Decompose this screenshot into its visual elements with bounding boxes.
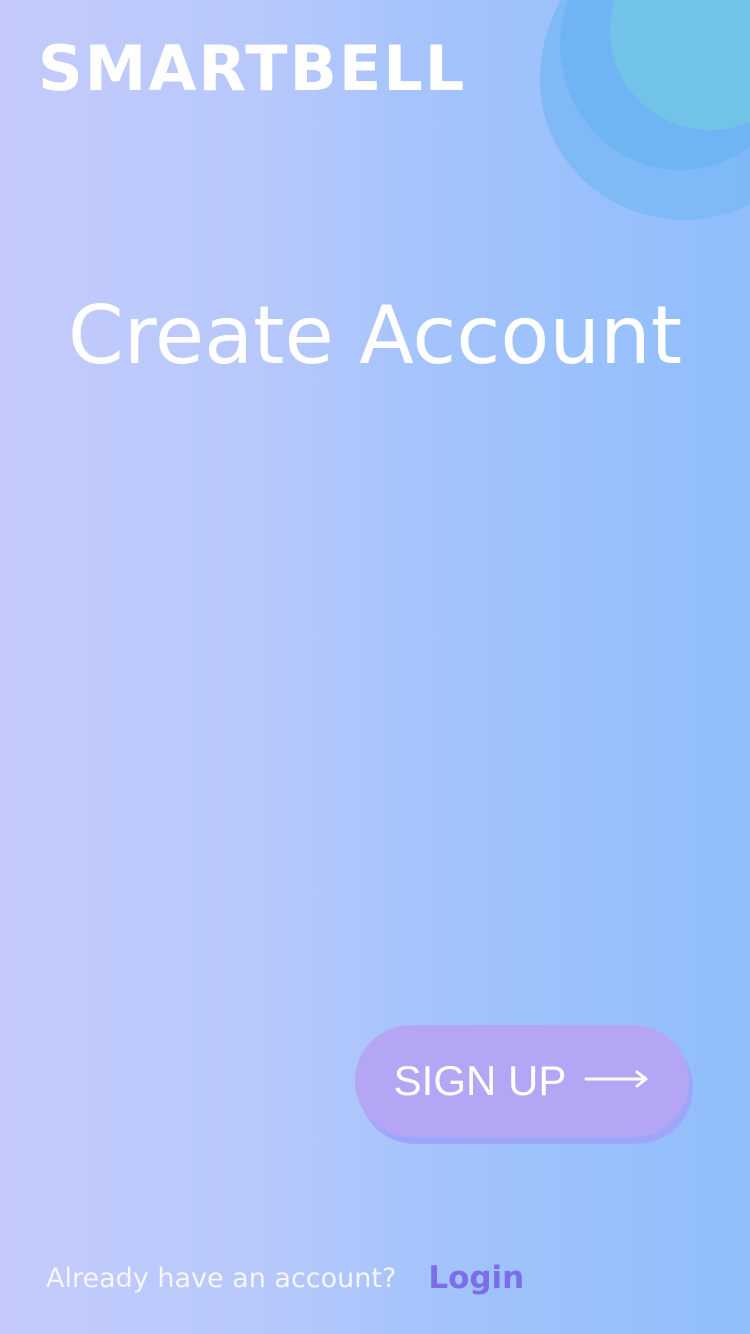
- sign-up-button[interactable]: SIGN UP: [355, 1025, 689, 1137]
- decorative-blob: [530, 0, 750, 230]
- login-prompt-text: Already have an account?: [46, 1262, 397, 1294]
- sign-up-label: SIGN UP: [393, 1057, 567, 1104]
- login-link[interactable]: Login: [428, 1260, 524, 1296]
- page-title: Create Account: [67, 289, 683, 382]
- arrow-right-icon: [584, 1069, 650, 1093]
- login-prompt-row: Already have an account? Login: [46, 1258, 524, 1298]
- app-logo: SMARTBELL: [38, 32, 467, 105]
